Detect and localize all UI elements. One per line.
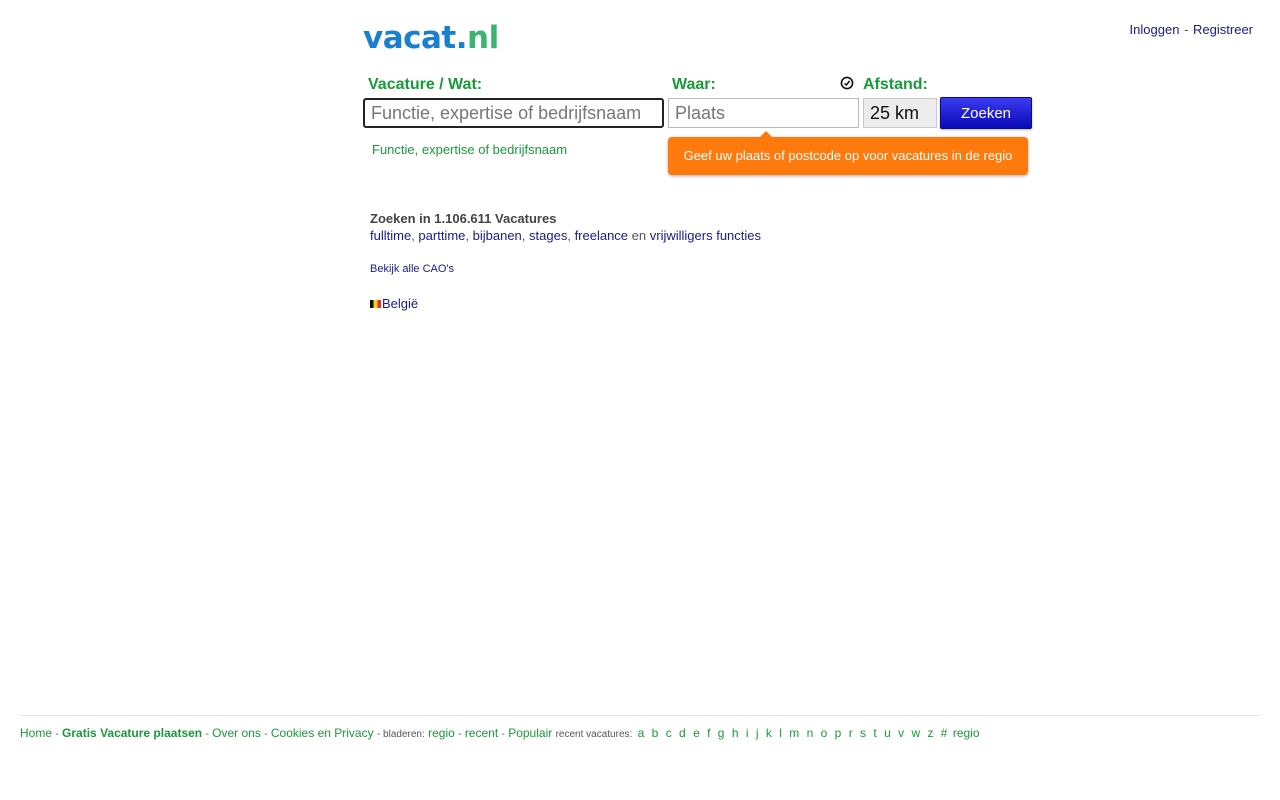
register-link[interactable]: Registreer [1193, 22, 1253, 37]
footer-browse-label: - bladeren: [376, 729, 425, 740]
auth-separator: - [1184, 22, 1189, 37]
footer-letter-link[interactable]: t [871, 726, 878, 740]
belgium-link[interactable]: België [382, 296, 418, 311]
footer-sep: - [501, 729, 505, 740]
types-connector: en [631, 228, 647, 243]
footer-letter-link[interactable]: # [939, 726, 950, 740]
footer-post-job-link[interactable]: Gratis Vacature plaatsen [62, 726, 202, 740]
footer-letter-index: a b c d e f g h i j k l m n o p r s t u … [636, 726, 953, 740]
footer-regio-end-link[interactable]: regio [953, 726, 980, 740]
type-link-parttime[interactable]: parttime [418, 228, 465, 243]
type-link-fulltime[interactable]: fulltime [370, 228, 411, 243]
footer-letter-link[interactable]: u [882, 726, 893, 740]
logo-tld: nl [467, 20, 499, 56]
footer-letter-link[interactable]: k [764, 726, 774, 740]
footer-cookies-link[interactable]: Cookies en Privacy [271, 726, 374, 740]
type-link-stages[interactable]: stages [529, 228, 567, 243]
footer-sep: - [264, 729, 268, 740]
where-label: Waar: [672, 76, 716, 93]
footer: Home - Gratis Vacature plaatsen - Over o… [20, 726, 980, 740]
logo-dot: . [455, 20, 468, 56]
search-button[interactable]: Zoeken [940, 97, 1032, 129]
vacancy-info: Zoeken in 1.106.611 Vacatures fulltime, … [370, 210, 761, 244]
footer-letter-link[interactable]: e [691, 726, 702, 740]
what-label: Vacature / Wat: [368, 76, 483, 93]
belgium-flag-icon [370, 300, 381, 308]
footer-letter-link[interactable]: a [636, 726, 647, 740]
footer-popular-link[interactable]: Populair [508, 726, 552, 740]
where-input[interactable] [668, 98, 859, 128]
footer-divider [20, 715, 1260, 716]
footer-recent-label: recent vacatures: [555, 729, 633, 740]
footer-recent-link[interactable]: recent [465, 726, 498, 740]
footer-letter-link[interactable]: f [705, 726, 712, 740]
locate-icon[interactable] [840, 76, 854, 90]
site-logo[interactable]: vacat.nl [363, 18, 499, 58]
footer-letter-link[interactable]: o [819, 726, 830, 740]
what-hint: Functie, expertise of bedrijfsnaam [372, 142, 568, 157]
cao-link[interactable]: Bekijk alle CAO's [370, 263, 454, 275]
footer-letter-link[interactable]: r [847, 726, 855, 740]
what-input[interactable] [363, 98, 664, 128]
type-link-freelance[interactable]: freelance [575, 228, 628, 243]
footer-sep: - [55, 729, 59, 740]
footer-letter-link[interactable]: n [805, 726, 816, 740]
distance-select[interactable]: 25 km [863, 98, 937, 128]
footer-letter-link[interactable]: m [787, 726, 801, 740]
footer-letter-link[interactable]: g [716, 726, 727, 740]
where-tooltip: Geef uw plaats of postcode op voor vacat… [668, 131, 1028, 175]
footer-letter-link[interactable]: c [664, 726, 674, 740]
footer-sep: - [458, 729, 462, 740]
footer-letter-link[interactable]: w [909, 726, 922, 740]
page: vacat.nl Inloggen - Registreer Vacature … [0, 0, 1280, 800]
footer-letter-link[interactable]: v [896, 726, 906, 740]
type-link-vrijwilligers[interactable]: vrijwilligers functies [650, 228, 761, 243]
vacancy-count: Zoeken in 1.106.611 Vacatures [370, 211, 557, 226]
type-link-bijbanen[interactable]: bijbanen [473, 228, 522, 243]
job-types: fulltime, parttime, bijbanen, stages, fr… [370, 228, 762, 243]
auth-links: Inloggen - Registreer [1130, 22, 1253, 37]
footer-regio-link[interactable]: regio [428, 726, 455, 740]
footer-letter-link[interactable]: j [754, 726, 761, 740]
footer-letter-link[interactable]: i [744, 726, 751, 740]
footer-letter-link[interactable]: b [650, 726, 661, 740]
cao-block: Bekijk alle CAO's [370, 263, 454, 275]
footer-letter-link[interactable]: d [677, 726, 688, 740]
footer-home-link[interactable]: Home [20, 726, 52, 740]
country-block: België [370, 296, 418, 311]
footer-sep: - [205, 729, 209, 740]
footer-about-link[interactable]: Over ons [212, 726, 261, 740]
footer-letter-link[interactable]: s [858, 726, 868, 740]
footer-letter-link[interactable]: z [925, 726, 935, 740]
footer-letter-link[interactable]: h [730, 726, 741, 740]
footer-letter-link[interactable]: l [777, 726, 784, 740]
login-link[interactable]: Inloggen [1130, 22, 1180, 37]
footer-letter-link[interactable]: p [833, 726, 844, 740]
distance-label: Afstand: [863, 76, 928, 93]
logo-main: vacat [363, 20, 456, 56]
